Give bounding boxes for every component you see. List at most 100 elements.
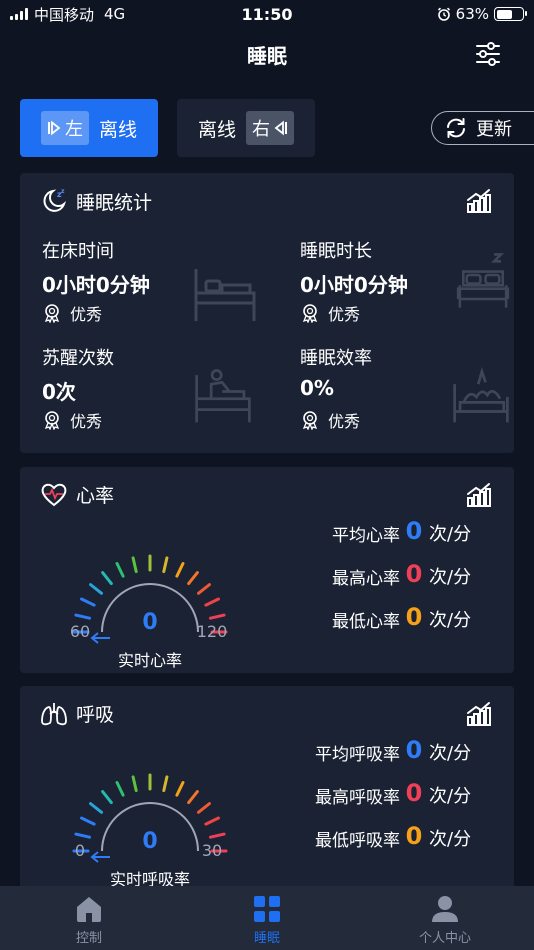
max-breathing-value: 0 (405, 779, 423, 807)
status-bar: 中国移动 4G 11:50 63% (0, 0, 534, 28)
stat-sleep-duration: 睡眠时长 0小时0分钟 优秀 (300, 237, 520, 332)
lungs-icon (41, 702, 67, 725)
medal-icon (302, 411, 318, 430)
sleep-stats-card: z z 睡眠统计 在床时间 0小时0分钟 优秀 睡眠时长 0小时0分钟 优秀 苏… (20, 173, 514, 453)
chart-icon[interactable] (466, 188, 492, 214)
alarm-icon (437, 7, 450, 21)
play-back-bar-icon (274, 120, 287, 136)
gauge-min: 0 (74, 841, 86, 860)
stat-sleep-efficiency: 睡眠效率 0% 优秀 (300, 344, 520, 439)
stat-wake-count: 苏醒次数 0次 优秀 (42, 344, 262, 439)
grid-icon (254, 896, 280, 922)
update-button[interactable]: 更新 (431, 111, 534, 145)
gauge-dial (72, 554, 228, 644)
gauge-tick (208, 832, 226, 839)
left-side-button[interactable]: 左 离线 (20, 99, 158, 157)
breathing-gauge: 0 0 30 实时呼吸率 (60, 761, 240, 889)
max-breathing-value-row: 0 次/分 (401, 779, 501, 807)
gauge-tick (175, 781, 185, 797)
moon-icon: z z (43, 188, 67, 212)
avg-heart-rate-row: 平均心率 (332, 526, 400, 546)
tab-bar: 控制 睡眠 个人中心 (0, 886, 534, 950)
gauge-tick (162, 775, 169, 793)
page-title: 睡眠 (247, 43, 287, 68)
medal-icon (44, 411, 60, 430)
medal-icon (302, 304, 318, 323)
gauge-tick (101, 790, 113, 805)
medal-icon (44, 304, 60, 323)
avg-heart-rate-value-row: 0 次/分 (401, 517, 501, 545)
breathing-card: 呼吸 0 0 30 实时呼吸率 平均呼吸率 0 次/分 最高呼吸率 0 次/分 … (20, 686, 514, 891)
avg-breathing-value-row: 0 次/分 (401, 736, 501, 764)
heart-rate-title: 心率 (76, 485, 115, 507)
avg-heart-rate-value: 0 (405, 517, 423, 545)
bed-icon (194, 269, 256, 321)
max-heart-rate-value: 0 (405, 560, 423, 588)
battery-icon (494, 7, 527, 21)
min-breathing-row: 最低呼吸率 (315, 831, 400, 851)
gauge-tick (187, 571, 199, 586)
nav-bar: 睡眠 (0, 28, 534, 80)
heart-rate-card: 心率 0 60 120 实时心率 平均心率 0 次/分 最高心率 0 次/分 最… (20, 467, 514, 673)
chart-icon[interactable] (466, 701, 492, 727)
gauge-min: 60 (69, 622, 91, 641)
tab-profile[interactable]: 个人中心 (356, 886, 534, 950)
gauge-max: 30 (201, 841, 223, 860)
gauge-tick (74, 832, 92, 839)
max-breathing-row: 最高呼吸率 (315, 788, 400, 808)
max-heart-rate-row: 最高心率 (332, 569, 400, 589)
right-side-tag: 右 (246, 111, 294, 145)
left-side-status: 离线 (98, 118, 137, 141)
svg-text:z: z (61, 188, 65, 195)
gauge-tick (80, 597, 96, 607)
gauge-dial (72, 773, 228, 863)
gauge-tick (74, 613, 92, 620)
sleep-stats-title: 睡眠统计 (76, 191, 153, 214)
left-side-tag: 左 (40, 111, 89, 145)
gauge-tick (162, 556, 169, 574)
gauge-tick (131, 556, 138, 574)
gauge-tick (80, 816, 96, 826)
gauge-tick (89, 583, 104, 595)
user-icon (432, 896, 458, 922)
right-side-button[interactable]: 离线 右 (177, 99, 315, 157)
gauge-tick (187, 790, 199, 805)
gauge-tick (196, 583, 211, 595)
bed-efficiency-icon (453, 366, 509, 423)
heart-pulse-icon (41, 483, 67, 506)
bed-awake-icon (195, 369, 251, 423)
gauge-caption: 实时心率 (117, 651, 182, 670)
gauge-value: 0 (142, 610, 158, 635)
gauge-tick (89, 802, 104, 814)
sliders-icon[interactable] (474, 40, 502, 68)
update-label: 更新 (476, 119, 512, 140)
gauge-tick (208, 613, 226, 620)
gauge-tick (204, 597, 220, 607)
home-icon (77, 897, 101, 922)
gauge-tick (131, 775, 138, 793)
bed-sleep-icon (456, 253, 510, 308)
gauge-tick (196, 802, 211, 814)
tab-sleep[interactable]: 睡眠 (178, 886, 356, 950)
gauge-tick (115, 781, 125, 797)
gauge-tick (101, 571, 113, 586)
heart-rate-gauge: 0 60 120 实时心率 (60, 542, 240, 670)
avg-breathing-value: 0 (405, 736, 423, 764)
gauge-value: 0 (142, 829, 158, 854)
min-breathing-value-row: 0 次/分 (401, 822, 501, 850)
gauge-tick (115, 562, 125, 578)
breathing-title: 呼吸 (76, 704, 115, 726)
refresh-icon (447, 118, 465, 138)
gauge-max: 120 (196, 622, 228, 641)
tab-control[interactable]: 控制 (0, 886, 178, 950)
battery-percent: 63% (455, 5, 489, 23)
min-heart-rate-value: 0 (405, 603, 423, 631)
play-bar-icon (47, 120, 61, 136)
avg-breathing-row: 平均呼吸率 (315, 745, 400, 765)
max-heart-rate-value-row: 0 次/分 (401, 560, 501, 588)
right-side-status: 离线 (197, 118, 236, 141)
chart-icon[interactable] (466, 482, 492, 508)
stat-in-bed: 在床时间 0小时0分钟 优秀 (42, 237, 262, 332)
min-heart-rate-row: 最低心率 (332, 612, 400, 632)
min-breathing-value: 0 (405, 822, 423, 850)
